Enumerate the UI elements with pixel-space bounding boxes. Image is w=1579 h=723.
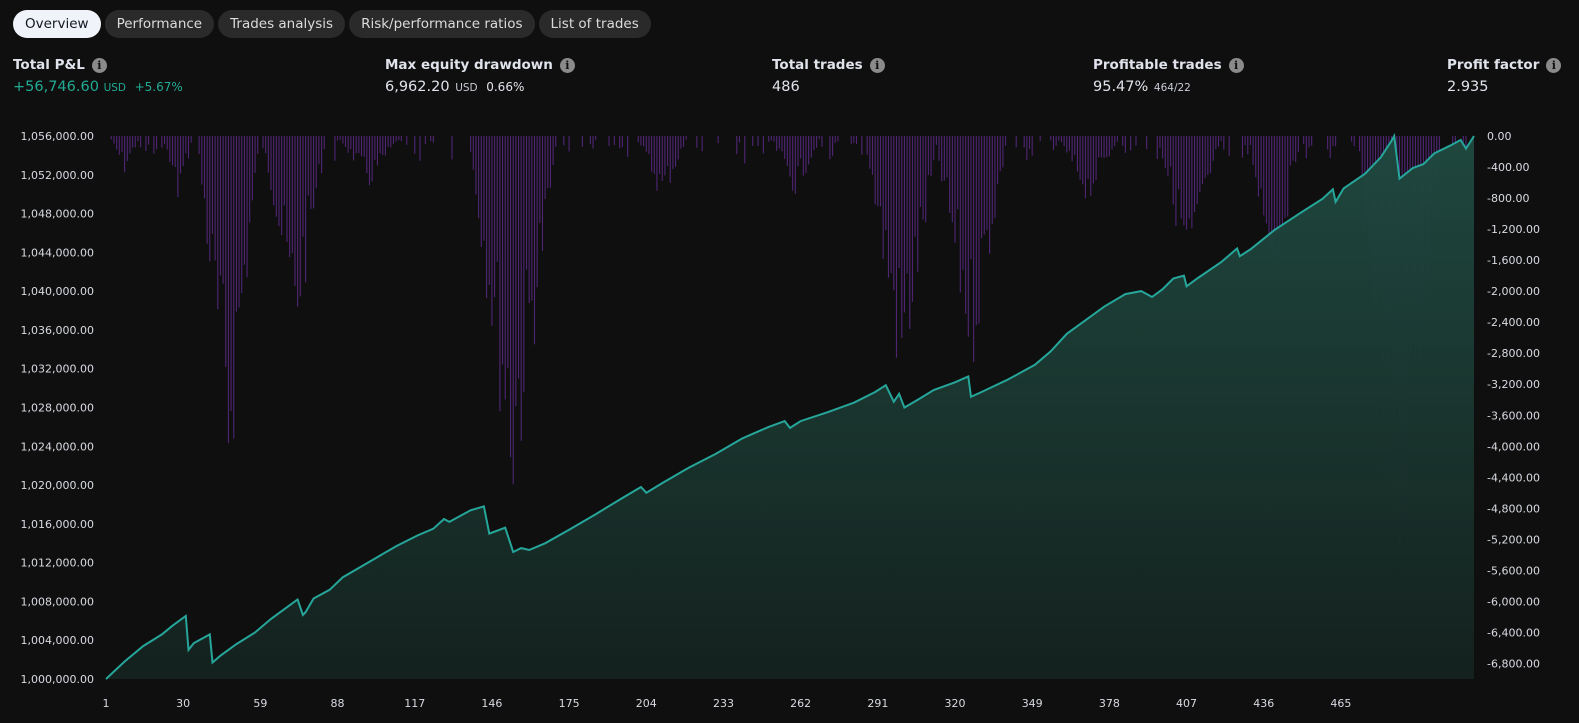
max-drawdown-percent: 0.66% bbox=[486, 80, 525, 94]
left-axis-tick: 1,020,000.00 bbox=[21, 479, 94, 492]
left-axis-tick: 1,032,000.00 bbox=[21, 363, 94, 376]
left-axis-tick: 1,000,000.00 bbox=[21, 673, 94, 686]
right-axis-tick: -3,200.00 bbox=[1487, 378, 1540, 391]
right-axis-tick: -2,800.00 bbox=[1487, 347, 1540, 360]
info-icon[interactable]: i bbox=[1546, 57, 1562, 73]
metric-profit-factor: Profit factor i 2.935 bbox=[1447, 57, 1562, 95]
metric-max-drawdown: Max equity drawdown i 6,962.20 USD 0.66% bbox=[385, 57, 575, 95]
right-axis-tick: -400.00 bbox=[1487, 161, 1529, 174]
metric-profitable-trades: Profitable trades i 95.47% 464/22 bbox=[1093, 57, 1244, 95]
x-axis-tick: 262 bbox=[790, 697, 811, 710]
tab-risk-performance-ratios[interactable]: Risk/performance ratios bbox=[349, 10, 535, 38]
left-axis-tick: 1,036,000.00 bbox=[21, 324, 94, 337]
x-axis-tick: 1 bbox=[103, 697, 110, 710]
left-axis-tick: 1,008,000.00 bbox=[21, 595, 94, 608]
left-axis-tick: 1,012,000.00 bbox=[21, 557, 94, 570]
right-axis-tick: -6,800.00 bbox=[1487, 657, 1540, 670]
info-icon[interactable]: i bbox=[559, 57, 575, 73]
left-axis-tick: 1,028,000.00 bbox=[21, 402, 94, 415]
x-axis-tick: 291 bbox=[867, 697, 888, 710]
max-drawdown-value: 6,962.20 bbox=[385, 79, 450, 95]
tab-list-of-trades[interactable]: List of trades bbox=[538, 10, 651, 38]
metric-total-trades: Total trades i 486 bbox=[772, 57, 885, 95]
left-axis-tick: 1,048,000.00 bbox=[21, 208, 94, 221]
profit-factor-value: 2.935 bbox=[1447, 79, 1489, 95]
total-trades-label: Total trades bbox=[772, 57, 863, 73]
x-axis-tick: 88 bbox=[331, 697, 345, 710]
right-axis-tick: -1,600.00 bbox=[1487, 254, 1540, 267]
right-axis-tick: -4,400.00 bbox=[1487, 471, 1540, 484]
right-axis-tick: -6,000.00 bbox=[1487, 595, 1540, 608]
total-pnl-label: Total P&L bbox=[13, 57, 85, 73]
x-axis-tick: 233 bbox=[713, 697, 734, 710]
x-axis-tick: 407 bbox=[1176, 697, 1197, 710]
left-axis-tick: 1,044,000.00 bbox=[21, 246, 94, 259]
x-axis-tick: 175 bbox=[559, 697, 580, 710]
x-axis-tick: 146 bbox=[481, 697, 502, 710]
left-axis: 1,056,000.00 1,052,000.00 1,048,000.00 1,04… bbox=[21, 130, 94, 686]
max-drawdown-label: Max equity drawdown bbox=[385, 57, 553, 73]
profitable-trades-label: Profitable trades bbox=[1093, 57, 1222, 73]
tab-performance[interactable]: Performance bbox=[104, 10, 215, 38]
right-axis-tick: 0.00 bbox=[1487, 130, 1512, 143]
total-pnl-percent: +5.67% bbox=[134, 80, 183, 94]
tab-trades-analysis[interactable]: Trades analysis bbox=[218, 10, 346, 38]
left-axis-tick: 1,004,000.00 bbox=[21, 634, 94, 647]
right-axis-tick: -4,800.00 bbox=[1487, 502, 1540, 515]
info-icon[interactable]: i bbox=[1228, 57, 1244, 73]
right-axis-tick: -800.00 bbox=[1487, 192, 1529, 205]
right-axis-tick: -5,600.00 bbox=[1487, 564, 1540, 577]
left-axis-tick: 1,040,000.00 bbox=[21, 285, 94, 298]
info-icon[interactable]: i bbox=[91, 57, 107, 73]
right-axis-tick: -2,400.00 bbox=[1487, 316, 1540, 329]
left-axis-tick: 1,016,000.00 bbox=[21, 518, 94, 531]
tab-overview[interactable]: Overview bbox=[13, 10, 101, 38]
left-axis-tick: 1,056,000.00 bbox=[21, 130, 94, 143]
x-axis: 1 30 59 88 117 146 175 204 233 262 291 320 349 378 407… bbox=[103, 697, 1352, 710]
x-axis-tick: 378 bbox=[1099, 697, 1120, 710]
x-axis-tick: 30 bbox=[176, 697, 190, 710]
total-pnl-unit: USD bbox=[103, 82, 126, 94]
x-axis-tick: 204 bbox=[636, 697, 657, 710]
profit-factor-label: Profit factor bbox=[1447, 57, 1540, 73]
profitable-trades-ratio: 464/22 bbox=[1153, 82, 1191, 94]
info-icon[interactable]: i bbox=[869, 57, 885, 73]
left-axis-tick: 1,052,000.00 bbox=[21, 169, 94, 182]
right-axis-tick: -3,600.00 bbox=[1487, 409, 1540, 422]
profitable-trades-value: 95.47% bbox=[1093, 79, 1149, 95]
x-axis-tick: 59 bbox=[253, 697, 267, 710]
max-drawdown-unit: USD bbox=[455, 82, 478, 94]
total-pnl-value: +56,746.60 bbox=[13, 79, 99, 95]
right-axis: 0.00 -400.00 -800.00 -1,200.00 -1,600.00 -2,0… bbox=[1487, 130, 1540, 670]
equity-drawdown-chart[interactable]: 1,056,000.00 1,052,000.00 1,048,000.00 1,04… bbox=[0, 125, 1579, 723]
x-axis-tick: 465 bbox=[1330, 697, 1351, 710]
left-axis-tick: 1,024,000.00 bbox=[21, 440, 94, 453]
right-axis-tick: -4,000.00 bbox=[1487, 440, 1540, 453]
right-axis-tick: -2,000.00 bbox=[1487, 285, 1540, 298]
metric-total-pnl: Total P&L i +56,746.60 USD +5.67% bbox=[13, 57, 183, 95]
total-trades-value: 486 bbox=[772, 79, 800, 95]
x-axis-tick: 436 bbox=[1253, 697, 1274, 710]
x-axis-tick: 117 bbox=[404, 697, 425, 710]
right-axis-tick: -5,200.00 bbox=[1487, 533, 1540, 546]
right-axis-tick: -6,400.00 bbox=[1487, 626, 1540, 639]
x-axis-tick: 320 bbox=[945, 697, 966, 710]
right-axis-tick: -1,200.00 bbox=[1487, 223, 1540, 236]
tab-bar: Overview Performance Trades analysis Ris… bbox=[13, 10, 651, 38]
x-axis-tick: 349 bbox=[1022, 697, 1043, 710]
